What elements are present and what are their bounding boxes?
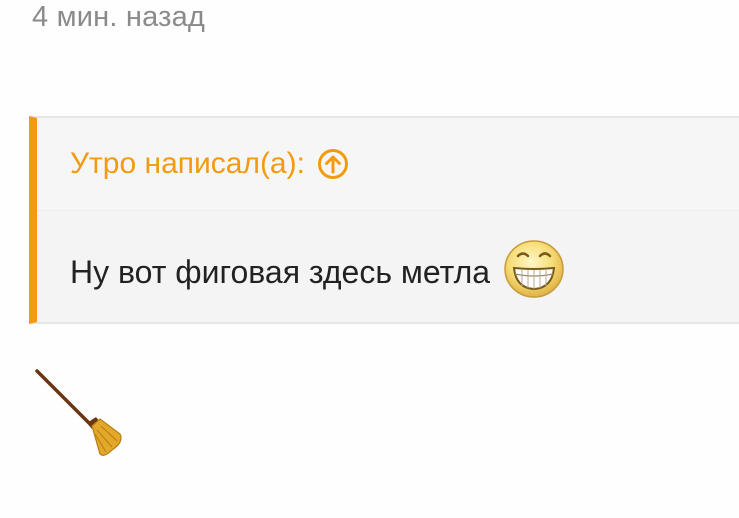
comment-view: 4 мин. назад Утро написал(а): Ну вот фиг… <box>0 0 739 518</box>
arrow-up-circle-icon[interactable] <box>317 148 349 180</box>
quote-author-line: Утро написал(а): <box>70 146 349 182</box>
quote-header: Утро написал(а): <box>37 118 739 211</box>
quote-block: Утро написал(а): Ну вот фиговая здесь ме… <box>29 116 739 324</box>
grinning-face-icon <box>502 238 566 300</box>
quote-text: Ну вот фиговая здесь метла <box>70 254 491 290</box>
quote-body: Ну вот фиговая здесь метла <box>37 211 739 322</box>
post-timestamp: 4 мин. назад <box>32 1 206 33</box>
quote-text-line: Ну вот фиговая здесь метла <box>70 240 566 300</box>
broom-icon <box>34 368 126 462</box>
quote-author-label: Утро написал(а): <box>70 147 305 180</box>
